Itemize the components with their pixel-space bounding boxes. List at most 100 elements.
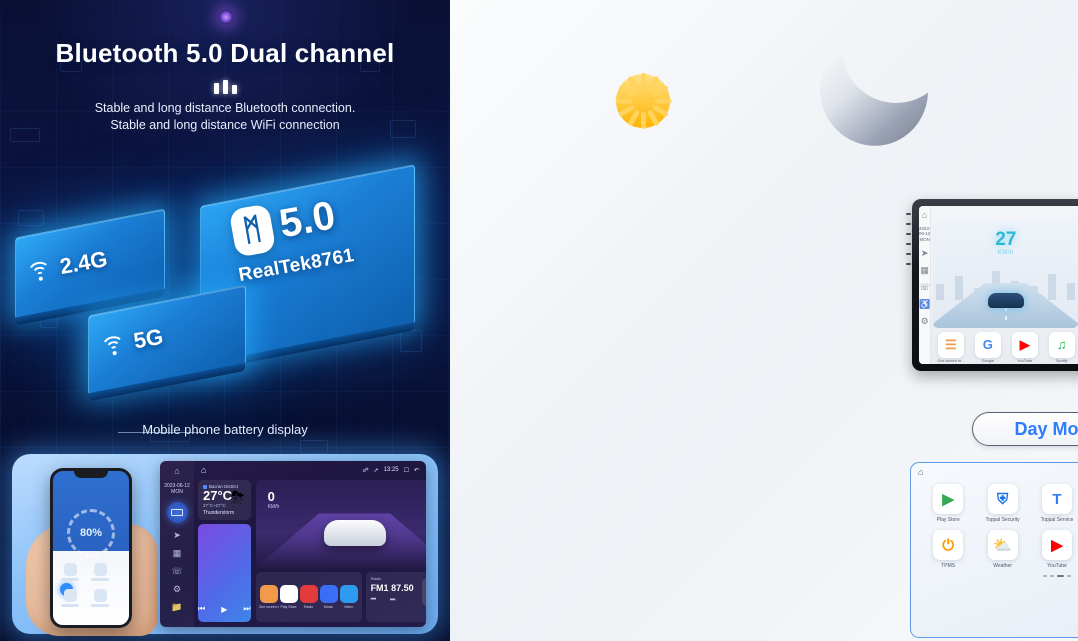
dock-app-one-screen-m-[interactable]: ☰ One screen m... — [933, 331, 968, 363]
play-icon[interactable]: ▶ — [221, 605, 227, 614]
headunit-app-shortcut[interactable]: One screen m... — [259, 585, 279, 609]
phone-icon[interactable]: ☏ — [919, 282, 930, 293]
tpms-icon: ⏻ — [933, 530, 964, 560]
headunit-app-label: Radio — [303, 605, 314, 609]
headunit-app-shortcut[interactable]: Video — [339, 585, 359, 609]
headunit-app-shortcut[interactable]: Music — [319, 585, 339, 609]
mobile-battery-caption: Mobile phone battery display — [142, 422, 308, 437]
moon-icon — [809, 23, 940, 164]
dock-app-youtube[interactable]: ▶ YouTube — [1007, 331, 1042, 363]
recents-icon[interactable]: ☐ — [404, 467, 409, 474]
previous-track-icon[interactable]: ⏮ — [198, 604, 205, 614]
drawer-app-play-store[interactable]: ▶ Play Store — [923, 484, 973, 523]
battery-icon — [166, 502, 188, 523]
voice-assistant-icon[interactable]: ♿ — [919, 299, 930, 310]
radio-widget[interactable]: Radio FM1 87.50 ⏮ ⏭ — [365, 572, 426, 622]
day-night-mode-panel: ⌂ 2023-06-12 MON ➤ ▦ ☏ ♿ ⚙ − ☍ ◢ — [450, 0, 1078, 641]
weather-thunderstorm-icon: ⛈ — [230, 488, 245, 507]
toppal-security-icon: ⛨ — [987, 484, 1018, 514]
drawer-app-label: Toppal Service — [1040, 517, 1074, 523]
dock-app-google[interactable]: G Google — [970, 331, 1005, 363]
headunit-app-label: One screen m... — [258, 605, 279, 609]
sky-icons-row — [450, 18, 1078, 186]
headunit-app-shortcut[interactable]: Play Store — [279, 585, 299, 609]
phone-app-item[interactable] — [61, 563, 79, 583]
speed-value-text: 0 — [267, 489, 275, 504]
apps-grid-icon[interactable]: ▦ — [920, 265, 929, 276]
day-speed-widget[interactable]: 27 KM/h — [933, 220, 1078, 328]
signal-bars-icon — [0, 76, 450, 94]
settings-icon[interactable]: ⚙ — [173, 584, 181, 595]
headunit-app-shortcut[interactable]: Radio — [299, 585, 319, 609]
drawer-app-label: YouTube — [1047, 563, 1067, 569]
page-title: Bluetooth 5.0 Dual channel — [55, 38, 395, 68]
weather-condition-text: Thunderstorm — [203, 510, 235, 516]
radio-icon — [299, 585, 318, 603]
moon-crescent — [809, 23, 939, 157]
dock-app-label: One screen m... — [937, 358, 965, 363]
youtube-icon: ▶ — [1041, 530, 1072, 560]
home-icon[interactable]: ⌂ — [201, 465, 206, 475]
day-weekday-text: MON — [919, 236, 930, 242]
car-graphic — [323, 520, 386, 546]
equalizer-icon — [421, 578, 426, 606]
battery-percent-text: 80% — [79, 527, 103, 539]
next-station-icon[interactable]: ⏭ — [390, 597, 395, 604]
headunit-side-buttons[interactable] — [905, 213, 912, 265]
apps-grid-icon[interactable]: ▦ — [173, 548, 182, 559]
headunit-statusbar: ⌂ ☍ ➚ 13:25 ☐ ↶ — [194, 461, 426, 479]
previous-station-icon[interactable]: ⏮ — [371, 597, 376, 604]
headunit-content: Bao'an District 27°C 27°C~27°C Thunderst… — [198, 480, 426, 622]
home-icon[interactable]: ⌂ — [918, 467, 923, 477]
drawer-app-toppal-service[interactable]: T Toppal Service — [1032, 484, 1078, 523]
music-player-widget[interactable]: ⏮ ▶ ⏭ — [198, 524, 251, 622]
back-icon[interactable]: ↶ — [414, 467, 419, 474]
subtitle-line-2: Stable and long distance WiFi connection — [110, 118, 340, 132]
dock-app-label: Spotify — [1055, 358, 1068, 363]
wifi-icon — [99, 333, 128, 363]
phone-icon[interactable]: ☏ — [171, 566, 182, 577]
car-graphic — [987, 293, 1024, 308]
headunit-app-label: Video — [344, 605, 353, 609]
home-icon[interactable]: ⌂ — [922, 210, 927, 220]
headunit-app-label: Play Store — [280, 605, 297, 609]
radio-label: Radio — [370, 576, 382, 581]
settings-icon[interactable]: ⚙ — [921, 316, 929, 327]
headunit-mockup-left: ⌂ 2023-06-12 MON ➤ ▦ ☏ ⚙ 📁 ⌂ ☍ ➚ 13:25 ☐… — [160, 461, 426, 627]
day-date: 2023-06-12 MON — [919, 226, 930, 242]
navigation-icon[interactable]: ➤ — [173, 530, 181, 541]
phone-app-item[interactable] — [91, 589, 109, 609]
drawer-app-tpms[interactable]: ⏻ TPMS — [923, 530, 973, 569]
page-subtitle: Stable and long distance Bluetooth conne… — [0, 100, 450, 134]
day-mode-label[interactable]: Day Mode — [972, 412, 1078, 446]
drawer-app-label: Toppal Security — [985, 517, 1020, 523]
drawer-app-youtube[interactable]: ▶ YouTube — [1032, 530, 1078, 569]
day-speed-unit: KM/h — [997, 250, 1014, 256]
subtitle-line-1: Stable and long distance Bluetooth conne… — [94, 101, 356, 115]
next-track-icon[interactable]: ⏭ — [243, 604, 250, 614]
phone-app-grid — [61, 563, 127, 609]
home-icon[interactable]: ⌂ — [174, 466, 179, 476]
speed-widget: 0 KM/h — [255, 480, 426, 568]
headunit-weekday-text: MON — [171, 489, 183, 495]
folder-icon[interactable]: 📁 — [171, 602, 182, 613]
drawer-app-toppal-security[interactable]: ⛨ Toppal Security — [977, 484, 1027, 523]
video-icon — [339, 585, 358, 603]
circuit-trace — [300, 440, 328, 454]
phone-app-item[interactable] — [91, 563, 109, 583]
navigation-icon[interactable]: ➤ — [921, 248, 929, 259]
headunit-left-column: Bao'an District 27°C 27°C~27°C Thunderst… — [198, 480, 251, 622]
wifi-5g-text: 5G — [131, 323, 165, 354]
drawer-app-label: Weather — [993, 563, 1012, 569]
page-indicator — [911, 575, 1078, 577]
dock-app-spotify[interactable]: ♫ Spotify — [1044, 331, 1078, 363]
headunit-sidebar: ⌂ 2023-06-12 MON ➤ ▦ ☏ ⚙ 📁 — [160, 461, 194, 627]
drawer-app-weather[interactable]: ⛅ Weather — [977, 530, 1027, 569]
google-icon: G — [974, 331, 1001, 358]
phone-app-item[interactable] — [61, 589, 79, 609]
radio-frequency: FM1 87.50 — [371, 583, 426, 593]
music-icon — [319, 585, 338, 603]
weather-widget[interactable]: Bao'an District 27°C 27°C~27°C Thunderst… — [198, 480, 251, 520]
headunit-app-shortcuts: One screen m...Play Store Radio Music Video — [255, 572, 362, 622]
statusbar-icons: ☍ ➚ 13:25 ☐ ↶ — [362, 467, 419, 474]
